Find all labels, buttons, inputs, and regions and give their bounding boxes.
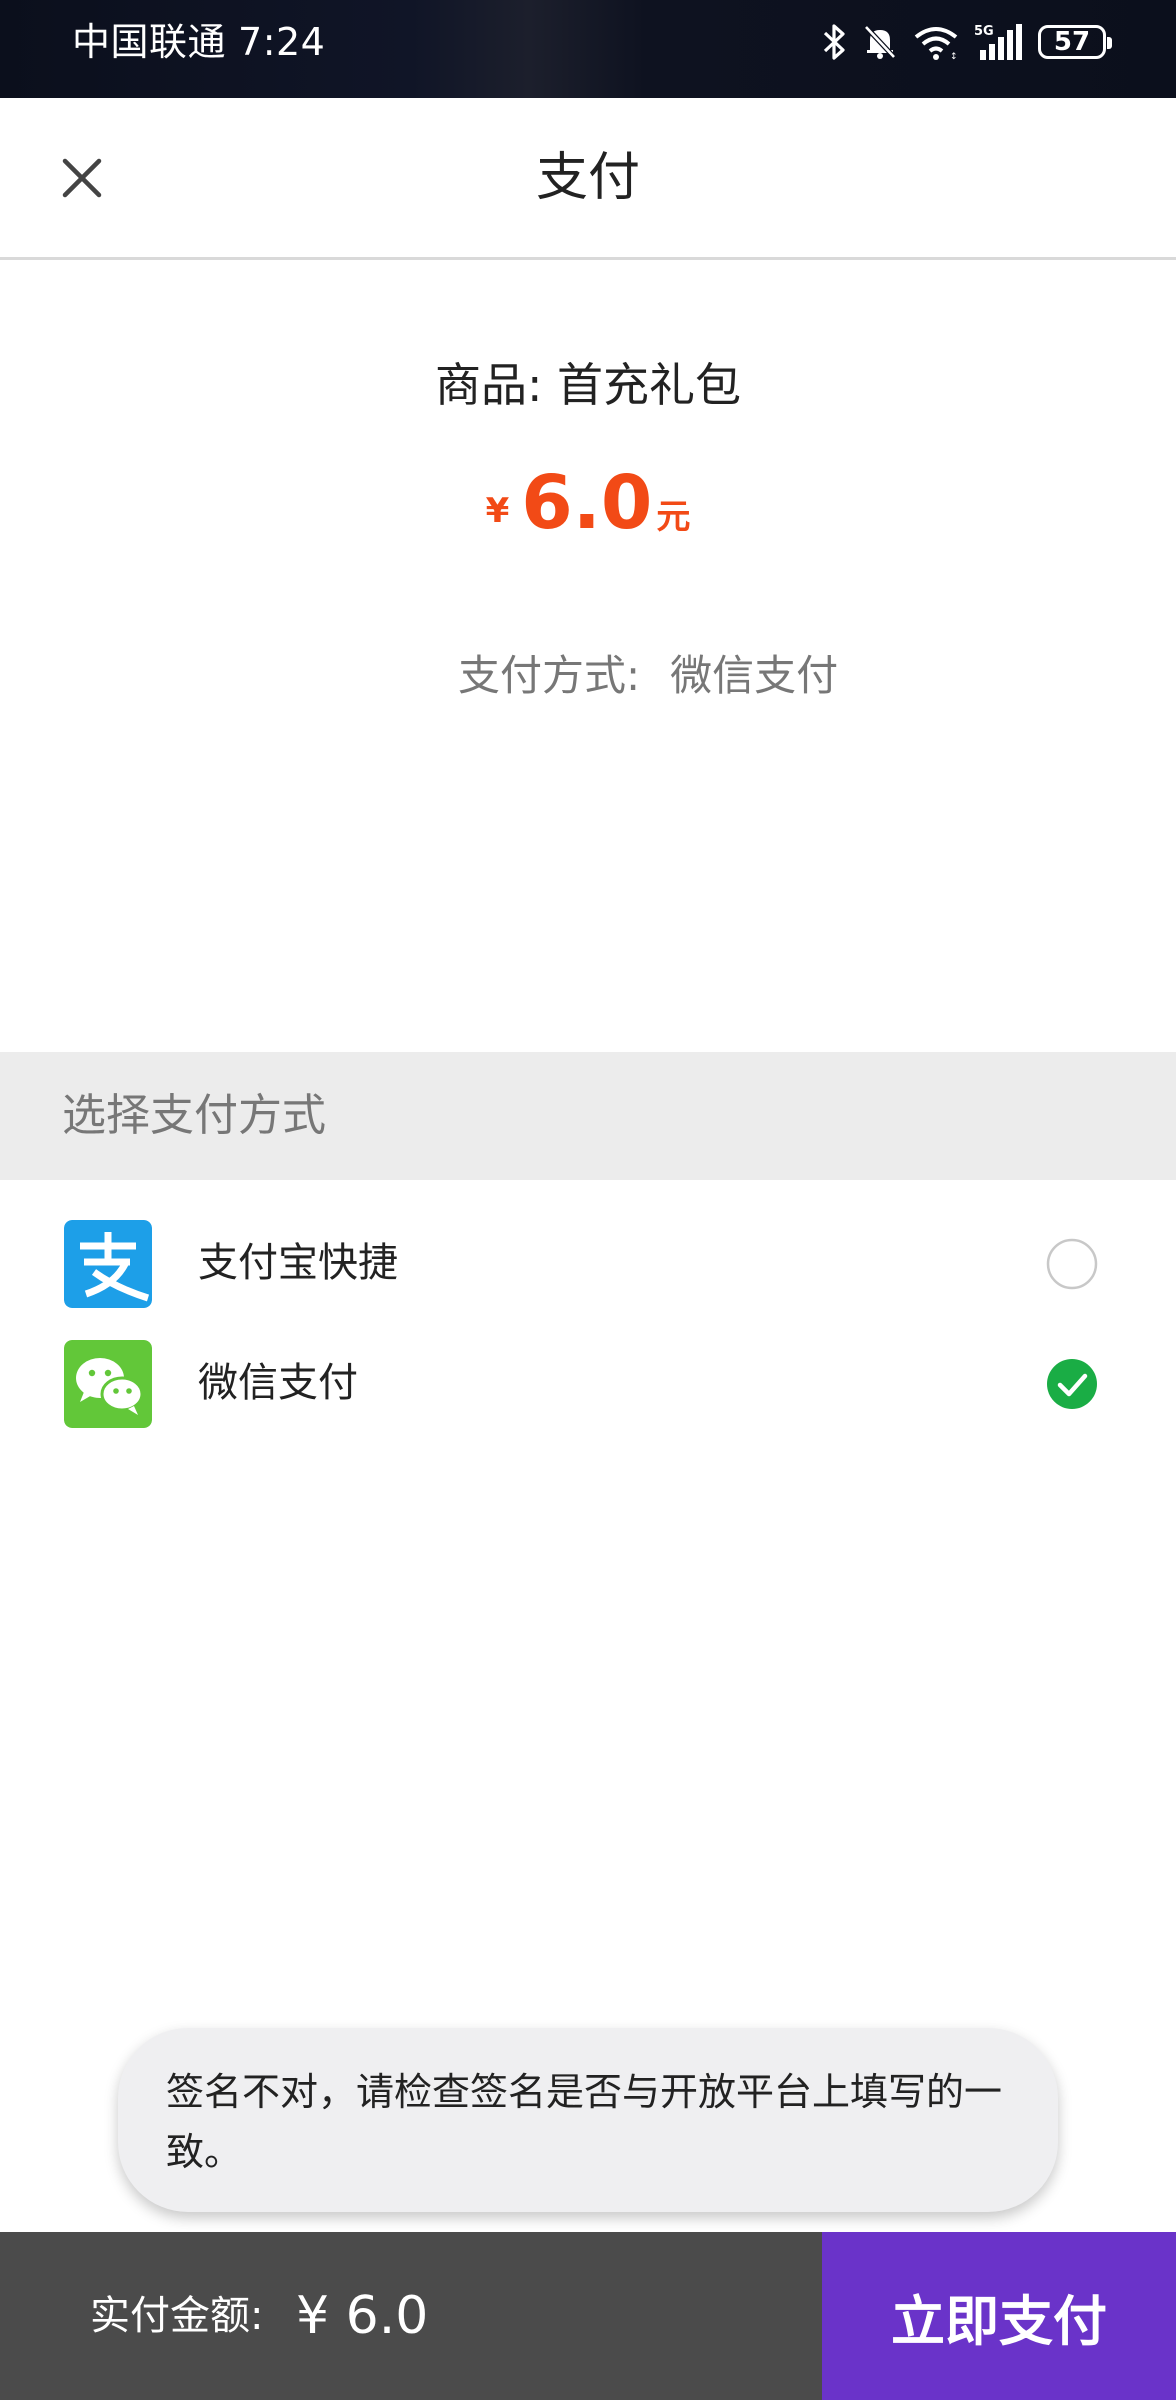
currency-symbol: ¥	[485, 491, 510, 531]
pay-method-summary: 支付方式: 微信支付	[458, 644, 838, 708]
svg-text:↕: ↕	[950, 52, 958, 61]
wechat-pay-icon	[64, 1340, 152, 1428]
price-amount: 6.0	[521, 460, 653, 546]
toast-message: 签名不对，请检查签名是否与开放平台上填写的一致。	[118, 2028, 1058, 2212]
payment-option-wechat[interactable]: 微信支付	[0, 1330, 1176, 1438]
status-bar: 中国联通 7:24 ↕ 5G 57	[0, 0, 1176, 98]
status-icons: ↕ 5G 57	[822, 22, 1112, 62]
bluetooth-icon	[823, 24, 845, 60]
payment-section-title: 选择支付方式	[62, 1090, 326, 1141]
alipay-icon	[64, 1220, 152, 1308]
nav-bar: 支付	[0, 98, 1176, 260]
carrier-name: 中国联通	[72, 20, 227, 64]
wifi-icon: ↕	[914, 27, 958, 61]
status-time: 7:24	[238, 20, 326, 64]
page-title: 支付	[535, 148, 640, 208]
payment-option-label: 支付宝快捷	[198, 1240, 398, 1286]
bottom-bar: 实付金额: ¥ 6.0 立即支付	[0, 2232, 1176, 2400]
payment-option-alipay[interactable]: 支付宝快捷	[0, 1210, 1176, 1318]
total-amount-label: 实付金额:	[90, 2293, 264, 2339]
pay-method-value: 微信支付	[670, 651, 839, 700]
radio-checked-icon[interactable]	[1046, 1358, 1098, 1410]
price-display: ¥6.0 元	[0, 460, 1176, 546]
battery-level: 57	[1053, 27, 1091, 57]
pay-method-label: 支付方式:	[458, 651, 641, 700]
product-name: 商品: 首充礼包	[434, 358, 742, 412]
price-unit: 元	[656, 497, 691, 537]
network-type: 5G	[974, 24, 994, 39]
payment-section-header: 选择支付方式	[0, 1052, 1176, 1180]
total-amount-value: ¥ 6.0	[296, 2286, 429, 2346]
signal-icon: 5G	[974, 24, 1022, 60]
payment-option-label: 微信支付	[198, 1360, 358, 1406]
pay-now-button[interactable]: 立即支付	[822, 2232, 1176, 2400]
battery-icon: 57	[1038, 25, 1112, 59]
mute-bell-icon	[864, 25, 896, 59]
total-amount-panel: 实付金额: ¥ 6.0	[0, 2232, 822, 2400]
status-left: 中国联通 7:24	[72, 18, 325, 66]
radio-unchecked-icon[interactable]	[1046, 1238, 1098, 1290]
